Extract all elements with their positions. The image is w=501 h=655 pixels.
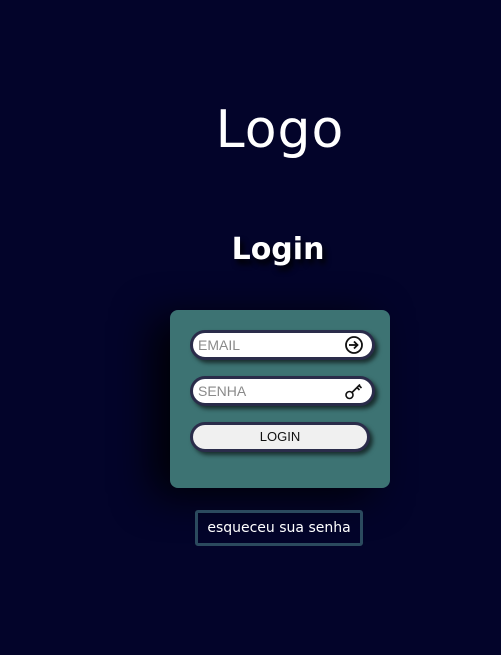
login-card: EMAIL SENHA LOGIN — [170, 310, 390, 488]
password-placeholder: SENHA — [198, 383, 247, 399]
email-field[interactable]: EMAIL — [190, 330, 375, 360]
logo-text: Logo — [215, 100, 345, 160]
forgot-password-button[interactable]: esqueceu sua senha — [195, 510, 363, 546]
key-icon — [344, 381, 364, 401]
login-arrow-icon — [344, 335, 364, 355]
email-placeholder: EMAIL — [198, 337, 241, 353]
login-button[interactable]: LOGIN — [190, 422, 370, 452]
password-field[interactable]: SENHA — [190, 376, 375, 406]
login-heading: Login — [231, 232, 325, 267]
